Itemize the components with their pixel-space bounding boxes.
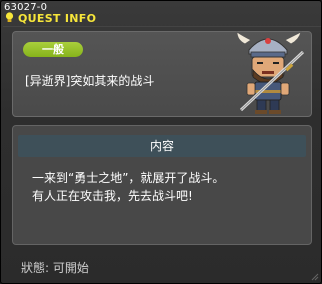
- content-section-header: 内容: [18, 135, 306, 157]
- quest-header-panel: 一般 [异逝界]突如其来的战斗: [12, 31, 312, 117]
- quest-content-panel: 内容 一来到“勇士之地”，就展开了战斗。 有人正在攻击我，先去战斗吧!: [12, 125, 312, 245]
- quest-category-badge: 一般: [23, 42, 83, 57]
- quest-title: [异逝界]突如其来的战斗: [25, 74, 155, 88]
- resize-grip-icon[interactable]: [311, 273, 319, 281]
- description-line: 有人正在攻击我，先去战斗吧!: [32, 189, 193, 203]
- description-line: 一来到“勇士之地”，就展开了战斗。: [32, 171, 225, 185]
- npc-portrait: [236, 31, 305, 114]
- window-title: QUEST INFO: [18, 12, 97, 25]
- title-bar[interactable]: QUEST INFO: [3, 11, 321, 27]
- title-divider: [3, 26, 321, 27]
- quest-info-window: 63027-0 QUEST INFO 一般 [异逝界]突如其来的战斗 内容 一来…: [0, 0, 322, 284]
- quest-lightbulb-icon: [5, 12, 14, 22]
- quest-status: 狀態: 可開始: [21, 261, 89, 275]
